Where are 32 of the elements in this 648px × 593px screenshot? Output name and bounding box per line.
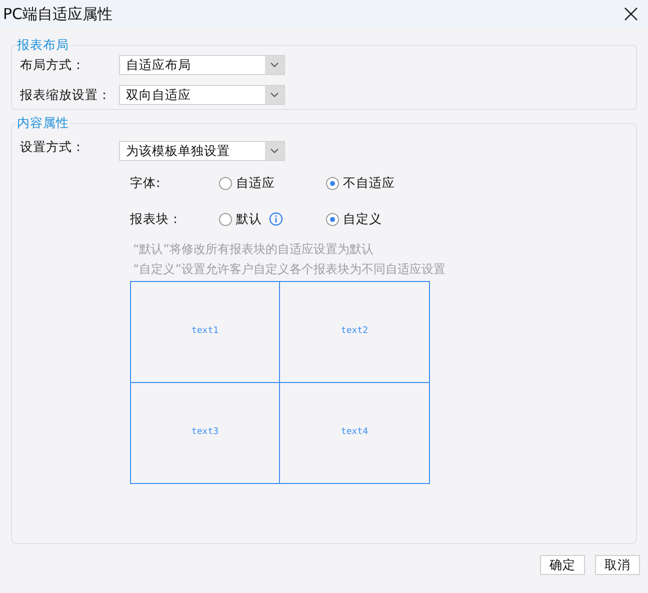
- radio-button[interactable]: [326, 212, 339, 226]
- block-label: text4: [340, 426, 368, 440]
- field-label: 设置方式：: [19, 138, 86, 156]
- block-label: text1: [191, 325, 219, 338]
- block-label: text2: [340, 325, 368, 338]
- dropdown[interactable]: 为该模板单独设置: [119, 141, 285, 161]
- dialog-button[interactable]: 取消: [595, 555, 640, 575]
- field-label: 报表缩放设置：: [19, 86, 112, 104]
- radio-button[interactable]: [219, 176, 232, 190]
- chevron-down-icon: [270, 92, 279, 98]
- dialog-button[interactable]: 确定: [540, 555, 585, 575]
- radio-label: 自定义: [343, 210, 382, 228]
- chevron-down-icon: [270, 148, 279, 154]
- section-title: 内容属性: [16, 116, 70, 130]
- radio-label: 自适应: [236, 174, 275, 192]
- info-icon[interactable]: [269, 212, 283, 226]
- close-icon[interactable]: [624, 7, 638, 21]
- chevron-down-icon: [270, 62, 279, 68]
- block-label: text3: [191, 426, 219, 440]
- radio-button[interactable]: [326, 176, 339, 190]
- field-label: 报表块：: [130, 210, 183, 228]
- section-title: 报表布局: [16, 38, 70, 52]
- dropdown[interactable]: 双向自适应: [119, 85, 285, 105]
- hint-text: “自定义”设置允许客户自定义各个报表块为不同自适应设置: [133, 261, 446, 277]
- field-label: 字体:: [130, 174, 162, 192]
- radio-label: 不自适应: [343, 174, 395, 192]
- field-label: 布局方式：: [19, 56, 86, 74]
- radio-label: 默认: [236, 210, 262, 228]
- hint-text: “默认”将修改所有报表块的自适应设置为默认: [133, 241, 374, 257]
- dropdown[interactable]: 自适应布局: [119, 55, 285, 75]
- window-title: PC端自适应属性: [3, 4, 113, 25]
- radio-button[interactable]: [219, 212, 232, 226]
